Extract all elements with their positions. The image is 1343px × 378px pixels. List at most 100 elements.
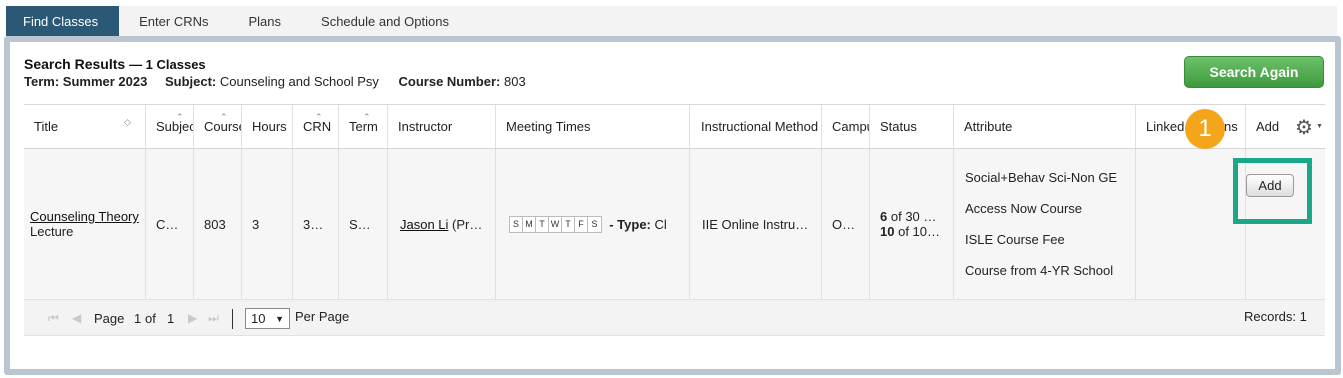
- table-header-row: Title◇ Subject⌃ Course⌃ Hours CRN⌃ Term⌃…: [24, 105, 1325, 149]
- col-subject[interactable]: Subject⌃: [146, 105, 194, 148]
- first-page-icon[interactable]: ⏮: [48, 300, 59, 336]
- results-frame: Search Results — 1 Classes Term: Summer …: [4, 36, 1341, 375]
- gear-icon[interactable]: ⚙: [1295, 115, 1313, 140]
- term-label: Term:: [24, 74, 60, 89]
- attribute-item: Course from 4-YR School: [965, 263, 1114, 278]
- col-attribute[interactable]: Attribute: [954, 105, 1136, 148]
- day-wednesday: W: [549, 216, 562, 232]
- cell-hours: 3: [242, 149, 293, 299]
- course-title-link[interactable]: Counseling Theory: [30, 209, 139, 224]
- prev-page-icon[interactable]: ◀: [72, 300, 81, 336]
- status-waitlist: 10 of 10…: [880, 224, 940, 239]
- day-friday: F: [575, 216, 588, 232]
- cell-linked-sections: [1136, 149, 1246, 299]
- col-hours[interactable]: Hours: [242, 105, 293, 148]
- status-seats: 6 of 30 …: [880, 209, 936, 224]
- attribute-item: Social+Behav Sci-Non GE: [965, 170, 1118, 185]
- col-crn[interactable]: CRN ⌃: [293, 105, 339, 148]
- col-title-label: Title: [34, 119, 59, 134]
- sort-icon: ⌃: [220, 112, 228, 122]
- per-page-select[interactable]: 10 ▼: [245, 308, 290, 329]
- last-page-icon[interactable]: ⏭: [208, 300, 219, 336]
- status-seats-num: 6: [880, 209, 888, 224]
- page-of-label: of: [145, 310, 156, 326]
- sort-icon: ⌃: [315, 112, 323, 122]
- subject-value: Counseling and School Psy: [219, 74, 379, 89]
- subject-label: Subject:: [164, 74, 217, 89]
- col-campus-label: Campus: [832, 119, 869, 134]
- tab-bar: Find Classes Enter CRNs Plans Schedule a…: [6, 6, 1337, 36]
- col-title[interactable]: Title ◇: [24, 105, 146, 148]
- col-add-label: Add: [1256, 119, 1280, 134]
- next-page-icon[interactable]: ▶: [188, 300, 197, 336]
- cell-method: IIE Online Instru…: [690, 149, 822, 299]
- col-term[interactable]: Term ⌃: [339, 105, 388, 148]
- day-thursday: T: [562, 216, 575, 232]
- col-status[interactable]: Status: [870, 105, 954, 148]
- course-label: Course Number:: [398, 74, 501, 89]
- col-subject-label: Subject: [156, 119, 193, 134]
- search-criteria: Term: Summer 2023 Subject: Counseling an…: [24, 74, 526, 89]
- attribute-item: ISLE Course Fee: [965, 232, 1065, 247]
- per-page-value: 10: [251, 311, 266, 326]
- attribute-item: Access Now Course: [965, 201, 1083, 216]
- status-seats-rest: of 30 …: [890, 209, 937, 224]
- cell-status: 6 of 30 … 10 of 10…: [870, 149, 954, 299]
- sort-icon: ⌃: [363, 112, 371, 122]
- results-count: — 1 Classes: [129, 57, 206, 72]
- cell-course: 803: [194, 149, 242, 299]
- col-campus[interactable]: Campus: [822, 105, 870, 148]
- col-instructional-method[interactable]: Instructional Method: [690, 105, 822, 148]
- page-total: 1: [167, 310, 175, 326]
- results-table: Title◇ Subject⌃ Course⌃ Hours CRN⌃ Term⌃…: [24, 104, 1325, 300]
- results-title-text: Search Results: [24, 56, 126, 72]
- col-instructor-label: Instructor: [398, 119, 453, 134]
- cell-term: S…: [339, 149, 388, 299]
- col-add: Add ⚙ ▼: [1246, 105, 1325, 148]
- page-number[interactable]: 1: [134, 300, 141, 336]
- col-hours-label: Hours: [252, 119, 287, 134]
- day-tuesday: T: [536, 216, 549, 232]
- results-panel: Search Results — 1 Classes Term: Summer …: [10, 42, 1335, 369]
- sort-icon: ◇: [124, 117, 131, 127]
- col-meeting-times-label: Meeting Times: [506, 119, 591, 134]
- per-page-label: Per Page: [295, 308, 350, 324]
- table-row: Counseling Theory Lecture C… 803 3 3… S……: [24, 149, 1325, 300]
- course-value: 803: [504, 74, 526, 89]
- day-sunday: S: [510, 216, 523, 232]
- tab-schedule-options[interactable]: Schedule and Options: [301, 6, 469, 36]
- course-type: Lecture: [30, 224, 74, 239]
- meeting-days: S M T W T F S: [509, 215, 602, 233]
- tab-find-classes[interactable]: Find Classes: [6, 6, 120, 36]
- type-label: - Type:: [609, 216, 651, 232]
- col-method-label: Instructional Method: [701, 119, 819, 134]
- records-count: Records: 1: [1244, 308, 1307, 324]
- tab-plans[interactable]: Plans: [229, 6, 302, 36]
- col-meeting-times[interactable]: Meeting Times: [496, 105, 690, 148]
- add-button[interactable]: Add: [1246, 174, 1294, 197]
- cell-instructor: Jason Li (Pr…: [388, 149, 496, 299]
- attribute-list: Social+Behav Sci-Non GE Access Now Cours…: [965, 170, 1117, 278]
- cell-campus: O…: [822, 149, 870, 299]
- pagination-bar: ⏮ ◀ Page 1 of 1 ▶ ⏭ 10 ▼ Per Page Record…: [24, 300, 1325, 336]
- instructor-role: (Pr…: [452, 216, 483, 232]
- page-label: Page: [94, 310, 125, 326]
- cell-title: Counseling Theory Lecture: [24, 149, 146, 299]
- tab-enter-crns[interactable]: Enter CRNs: [119, 6, 228, 36]
- day-monday: M: [523, 216, 536, 232]
- cell-subject: C…: [146, 149, 194, 299]
- results-title: Search Results — 1 Classes: [24, 56, 206, 72]
- type-value: Cl: [654, 216, 667, 232]
- col-attribute-label: Attribute: [964, 119, 1013, 134]
- instructor-link[interactable]: Jason Li: [400, 217, 448, 232]
- chevron-down-icon: ▼: [275, 313, 284, 324]
- cell-crn: 3…: [293, 149, 339, 299]
- col-status-label: Status: [880, 119, 917, 134]
- col-instructor[interactable]: Instructor: [388, 105, 496, 148]
- status-waitlist-num: 10: [880, 224, 895, 239]
- sort-icon: ⌃: [176, 112, 184, 122]
- term-value: Summer 2023: [62, 74, 148, 89]
- col-course[interactable]: Course ⌃: [194, 105, 242, 148]
- cell-meeting-times: S M T W T F S - Type: Cl: [496, 149, 690, 299]
- search-again-button[interactable]: Search Again: [1184, 56, 1324, 88]
